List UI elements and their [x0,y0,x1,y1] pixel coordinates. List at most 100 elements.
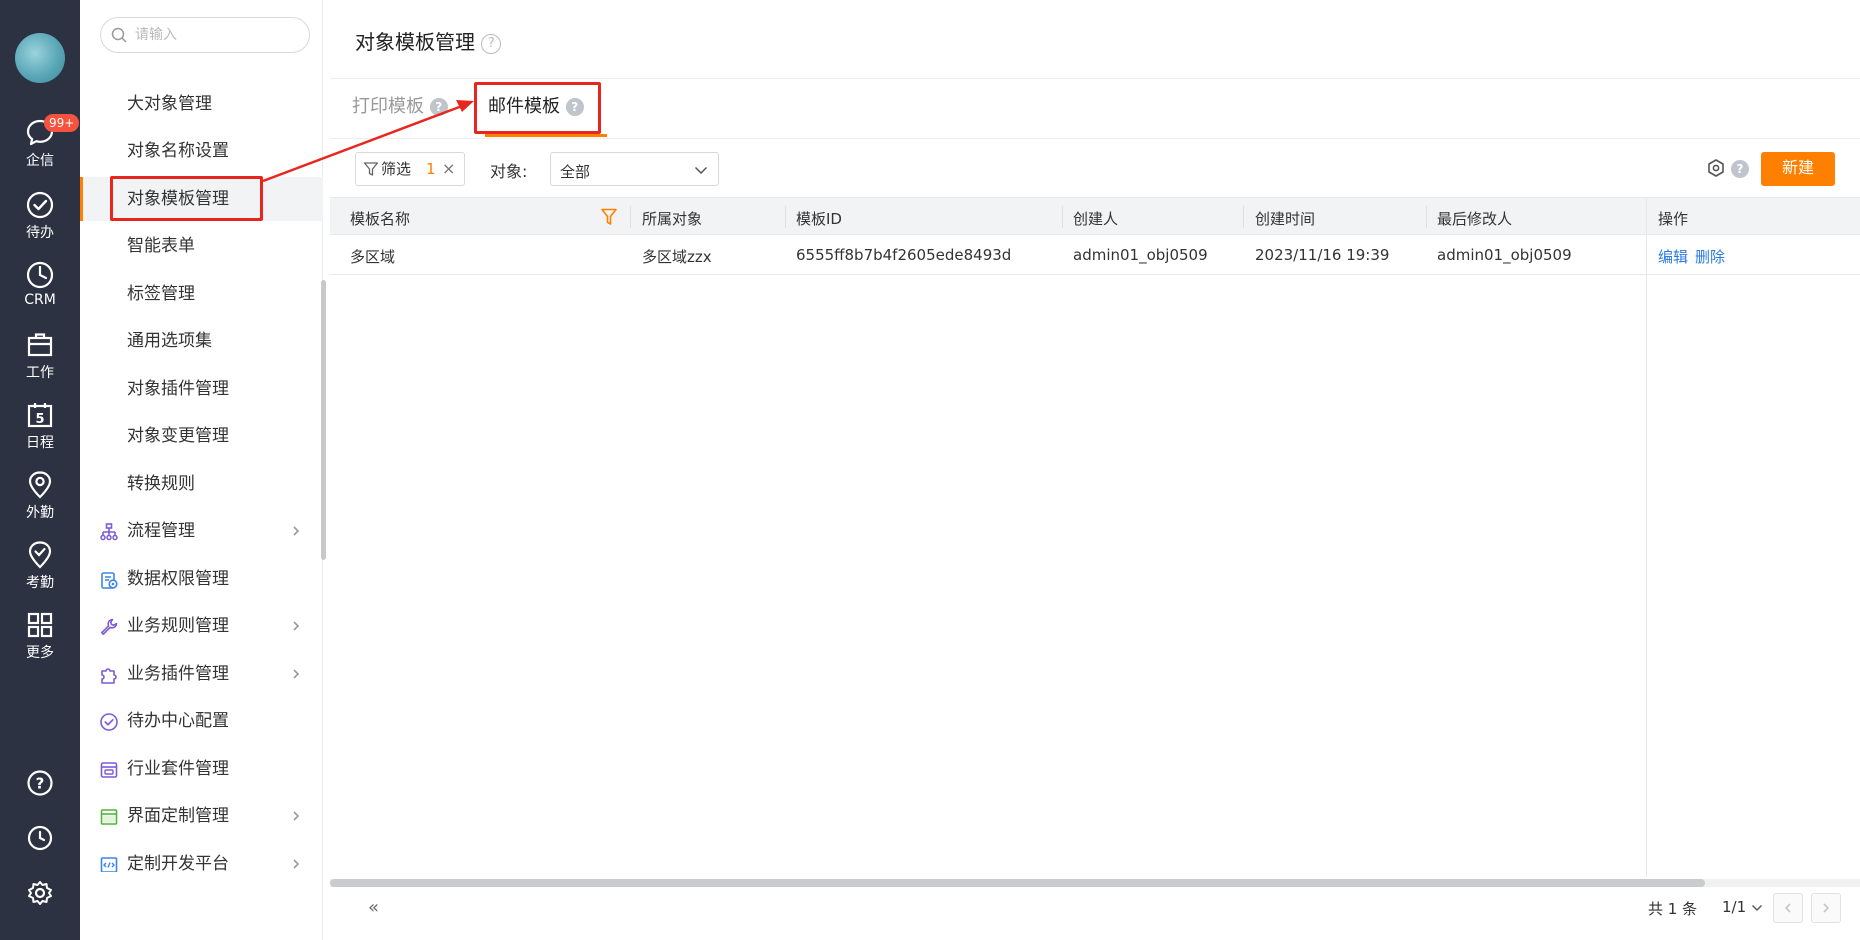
svg-text:5: 5 [35,412,44,427]
rail-settings[interactable] [0,879,80,911]
column-header-creator[interactable]: 创建人 [1073,208,1118,229]
column-header-name[interactable]: 模板名称 [350,208,410,229]
next-page-button[interactable] [1811,893,1841,923]
data-permission-icon [101,572,118,589]
horizontal-scrollbar[interactable] [330,879,1705,887]
sidebar-item-label: 界面定制管理 [127,806,229,826]
todo-check-icon [100,713,118,731]
object-select-value: 全部 [560,163,591,181]
rail-help[interactable]: ? [0,769,80,801]
rail-label: 工作 [26,365,54,381]
filter-button[interactable]: 筛选 1 × [355,152,465,186]
rail-item-schedule[interactable]: 5 日程 [0,400,80,452]
sidebar-item-label: 定制开发平台 [127,854,229,872]
sidebar-item-object-template[interactable]: 对象模板管理 [80,177,323,221]
cell-object: 多区域zzx [642,248,712,266]
delete-link[interactable]: 删除 [1695,246,1725,267]
sidebar-item-label: 转换规则 [127,474,195,494]
chevron-right-icon [1823,903,1830,913]
sidebar-item-object-plugins[interactable]: 对象插件管理 [80,367,323,411]
sidebar-search[interactable] [100,17,310,53]
object-select[interactable]: 全部 [550,152,719,186]
sidebar-item-ui-customize[interactable]: 界面定制管理 [80,794,323,838]
column-header-created-at[interactable]: 创建时间 [1255,208,1315,229]
svg-text:?: ? [36,775,45,793]
rail-item-crm[interactable]: CRM [0,260,80,308]
sidebar-search-input[interactable] [135,25,295,45]
sidebar-item-process[interactable]: 流程管理 [80,509,323,553]
rail-item-todo[interactable]: 待办 [0,190,80,242]
column-divider [785,206,786,228]
column-header-id[interactable]: 模板ID [796,208,842,229]
prev-page-button[interactable] [1773,893,1803,923]
help-icon[interactable]: ? [1731,160,1749,178]
rail-label: 待办 [26,225,54,241]
column-header-object[interactable]: 所属对象 [642,208,702,229]
sidebar-item-business-plugins[interactable]: 业务插件管理 [80,652,323,696]
page-title: 对象模板管理 ? [355,26,502,55]
chevron-right-icon [293,669,300,679]
sidebar-item-industry-suite[interactable]: 行业套件管理 [80,747,323,791]
filter-funnel-icon [363,162,379,176]
sidebar-item-business-rules[interactable]: 业务规则管理 [80,604,323,648]
help-icon: ? [27,770,53,796]
sidebar-item-label: 对象变更管理 [127,426,229,446]
wrench-icon [101,618,118,635]
sidebar-item-dev-platform[interactable]: 定制开发平台 [80,842,323,872]
edit-link[interactable]: 编辑 [1658,246,1688,267]
sidebar-item-label: 对象模板管理 [127,189,229,209]
rail-item-messages[interactable]: 99+ 企信 [0,114,80,170]
sidebar-item-conversion-rules[interactable]: 转换规则 [80,462,323,506]
column-settings-icon[interactable] [1706,158,1726,178]
sidebar-item-big-object[interactable]: 大对象管理 [80,82,323,126]
divider [330,78,1860,79]
sidebar-item-option-sets[interactable]: 通用选项集 [80,319,323,363]
rail-history[interactable] [0,824,80,856]
flow-tree-icon [100,523,118,541]
tab-mail-template[interactable]: 邮件模板 ? [488,92,584,118]
sidebar-scrollbar[interactable] [321,280,326,560]
column-filter-icon[interactable] [601,208,617,226]
sidebar-item-tags[interactable]: 标签管理 [80,272,323,316]
filter-count: 1 [426,160,436,178]
help-icon[interactable]: ? [481,33,502,54]
rail-label: 更多 [26,645,54,661]
grid-icon [27,612,53,638]
tab-label: 打印模板 [352,96,424,117]
rail-item-attendance[interactable]: 考勤 [0,540,80,592]
sidebar-item-smart-form[interactable]: 智能表单 [80,224,323,268]
tab-label: 邮件模板 [488,96,560,117]
column-header-actions: 操作 [1658,210,1689,228]
rail-item-field[interactable]: 外勤 [0,470,80,522]
user-avatar[interactable] [15,33,65,83]
unread-badge: 99+ [44,114,80,132]
sidebar-item-label: 大对象管理 [127,94,212,114]
table-header: 模板名称 所属对象 模板ID 创建人 创建时间 最后修改人 操作 [330,197,1860,235]
divider [330,138,1860,139]
sidebar-item-todo-center[interactable]: 待办中心配置 [80,699,323,743]
rail-item-work[interactable]: 工作 [0,330,80,382]
object-filter-label: 对象: [490,162,528,181]
help-icon[interactable]: ? [429,98,448,116]
cell-name: 多区域 [350,248,396,266]
pager-page-select[interactable]: 1/1 [1722,898,1763,916]
sidebar-item-object-change[interactable]: 对象变更管理 [80,414,323,458]
sidebar-item-object-name[interactable]: 对象名称设置 [80,129,323,173]
rail-item-more[interactable]: 更多 [0,610,80,662]
sidebar-item-label: 标签管理 [127,284,195,304]
table-row[interactable]: 多区域 多区域zzx 6555ff8b7b4f2605ede8493d admi… [330,235,1860,275]
sidebar-item-data-permission[interactable]: 数据权限管理 [80,557,323,601]
help-icon[interactable]: ? [565,98,584,116]
new-button[interactable]: 新建 [1761,152,1835,186]
column-divider [1426,206,1427,228]
code-icon [100,857,118,872]
column-header-modifier[interactable]: 最后修改人 [1437,208,1512,229]
location-pin-icon [28,471,52,499]
sidebar-item-label: 待办中心配置 [127,711,229,731]
history-clock-icon [27,825,53,851]
clear-filter-icon[interactable]: × [442,153,455,185]
rail-label: 考勤 [26,575,54,591]
tab-print-template[interactable]: 打印模板 ? [352,92,448,118]
search-icon [111,27,127,43]
clock-pie-icon [26,261,54,289]
